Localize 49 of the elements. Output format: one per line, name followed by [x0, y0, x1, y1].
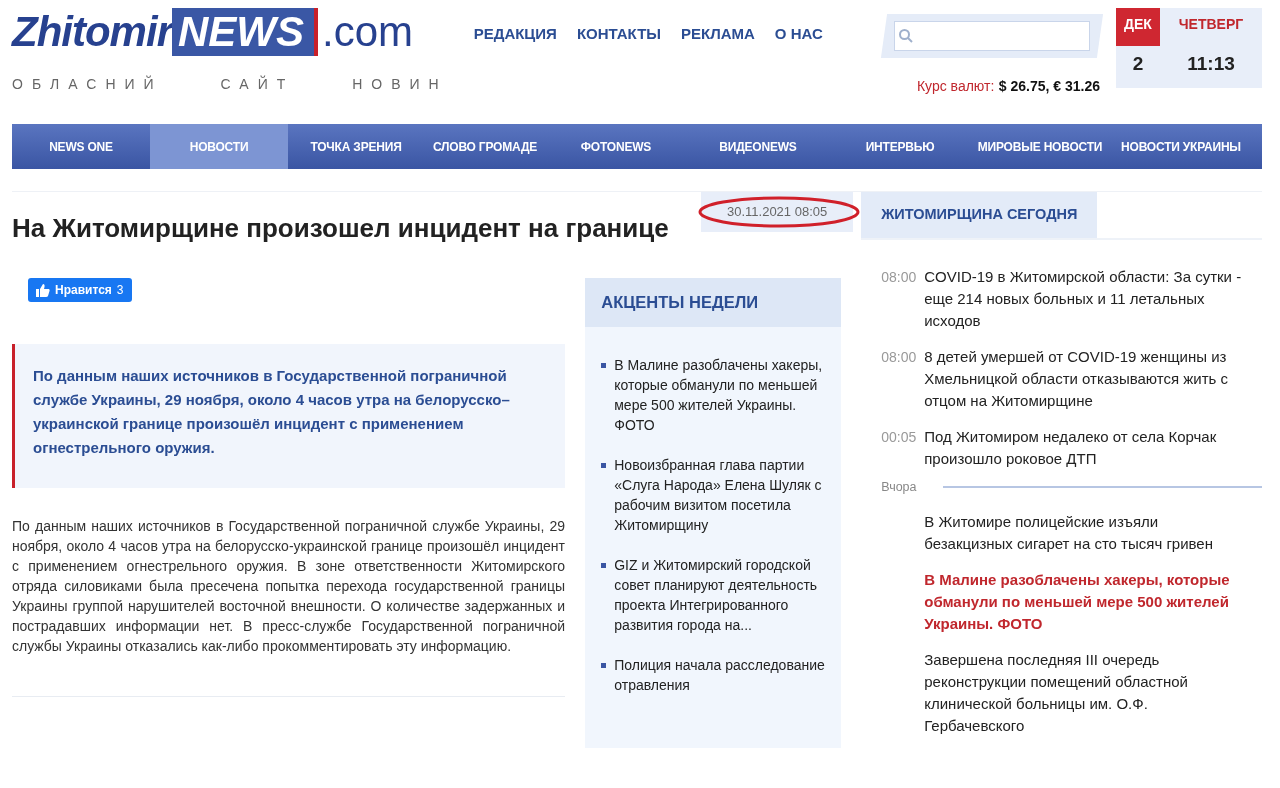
- nav-tab[interactable]: NEWS ONE: [12, 124, 150, 169]
- logo-text: Zhitomir: [12, 11, 172, 53]
- bullet-icon: [601, 662, 607, 668]
- month-label: ДЕК: [1116, 8, 1160, 47]
- nav-tab[interactable]: ВИДЕОNEWS: [686, 124, 830, 169]
- article-body: По данным наших источников в Государственной пограничной службе Украины, 29 ноября, около 4 часов утра на белорусско-украинской границе произошёл инцидент с применением огнестрельного оружия. В зоне ответственности Житомирского отряда силовиками была пресечена попытка перехода государственной границы Украины группой нарушителей восточной внешности. О количестве задержанных и пострадавших информации нет. В пресс-службе Государственной пограничной службы Украины отказались как-либо прокомментировать эту информацию.: [12, 517, 565, 656]
- nav-tab[interactable]: НОВОСТИ УКРАИНЫ: [1110, 124, 1252, 169]
- weekday-label: ЧЕТВЕРГ: [1177, 15, 1245, 34]
- news-time: 08:00: [880, 347, 918, 367]
- bullet-icon: [601, 362, 607, 368]
- publish-date: 30.11.2021 08:05: [727, 204, 828, 219]
- article-title: На Житомирщине произошел инцидент на границе: [12, 212, 670, 245]
- news-time: 08:00: [880, 267, 918, 287]
- news-time: 00:05: [880, 427, 918, 447]
- news-link[interactable]: GIZ и Житомирский городской совет планируют деятельность проекта Интегрированного развития города на...: [614, 554, 838, 635]
- lead-paragraph: По данным наших источников в Государственной пограничной службе Украины, 29 ноября, около 4 часов утра на белорусско–украинской границе произошёл инцидент с применением огнестрельного оружия.: [12, 344, 565, 488]
- news-link[interactable]: Полиция начала расследование отравления: [614, 654, 838, 695]
- news-link[interactable]: В Малине разоблачены хакеры, которые обманули по меньшей мере 500 жителей Украины. ФОТО: [924, 568, 1262, 635]
- currency-label: Курс валют:: [916, 78, 995, 94]
- day-label: Вчора: [880, 478, 917, 496]
- news-link[interactable]: В Житомире полицейские изъяли безакцизных сигарет на сто тысяч гривен: [924, 510, 1262, 555]
- section-tab[interactable]: ЖИТОМИРЩИНА СЕГОДНЯ: [861, 192, 1098, 238]
- nav-tab[interactable]: ФОТОNEWS: [546, 124, 686, 169]
- news-link[interactable]: Завершена последняя III очередь реконструкции помещений областной клинической больницы им. О.Ф. Гербачевского: [924, 648, 1262, 737]
- top-link[interactable]: РЕКЛАМА: [671, 23, 765, 46]
- news-link[interactable]: COVID-19 в Житомирской области: За сутки - еще 214 новых больных и 11 летальных исходов: [924, 265, 1262, 332]
- nav-tab[interactable]: МИРОВЫЕ НОВОСТИ: [970, 124, 1110, 169]
- top-link[interactable]: О НАС: [764, 23, 833, 46]
- news-link[interactable]: 8 детей умершей от COVID-19 женщины из Хмельницкой области отказываются жить с отцом на Житомирщине: [924, 345, 1262, 412]
- like-button[interactable]: Нравится 3: [28, 278, 132, 302]
- clock-time: 11:13: [1186, 52, 1236, 77]
- news-link[interactable]: Новоизбранная глава партии «Слуга Народа» Елена Шуляк с рабочим визитом посетила Житомирщину: [614, 454, 838, 535]
- tagline: ОБЛАСНИЙ САЙТ НОВИН: [12, 74, 448, 94]
- nav-tab[interactable]: ИНТЕРВЬЮ: [830, 124, 970, 169]
- nav-tab[interactable]: ТОЧКА ЗРЕНИЯ: [288, 124, 424, 169]
- thumbs-up-icon: [36, 283, 50, 297]
- nav-tab[interactable]: СЛОВО ГРОМАДЕ: [424, 124, 546, 169]
- news-link[interactable]: Под Житомиром недалеко от села Корчак произошло роковое ДТП: [924, 425, 1262, 470]
- news-link[interactable]: В Малине разоблачены хакеры, которые обманули по меньшей мере 500 жителей Украины. ФОТО: [614, 354, 838, 435]
- logo-text: .com: [322, 11, 413, 53]
- bullet-icon: [601, 562, 607, 568]
- search-icon: [898, 28, 914, 44]
- logo-text: NEWS: [172, 8, 318, 56]
- bullet-icon: [601, 462, 607, 468]
- top-link[interactable]: РЕДАКЦИЯ: [463, 23, 567, 46]
- day-number: 2: [1131, 52, 1145, 77]
- top-link[interactable]: КОНТАКТЫ: [566, 23, 671, 46]
- currency-rates: $ 26.75, € 31.26: [998, 78, 1100, 94]
- panel-title: АКЦЕНТЫ НЕДЕЛИ: [585, 278, 842, 327]
